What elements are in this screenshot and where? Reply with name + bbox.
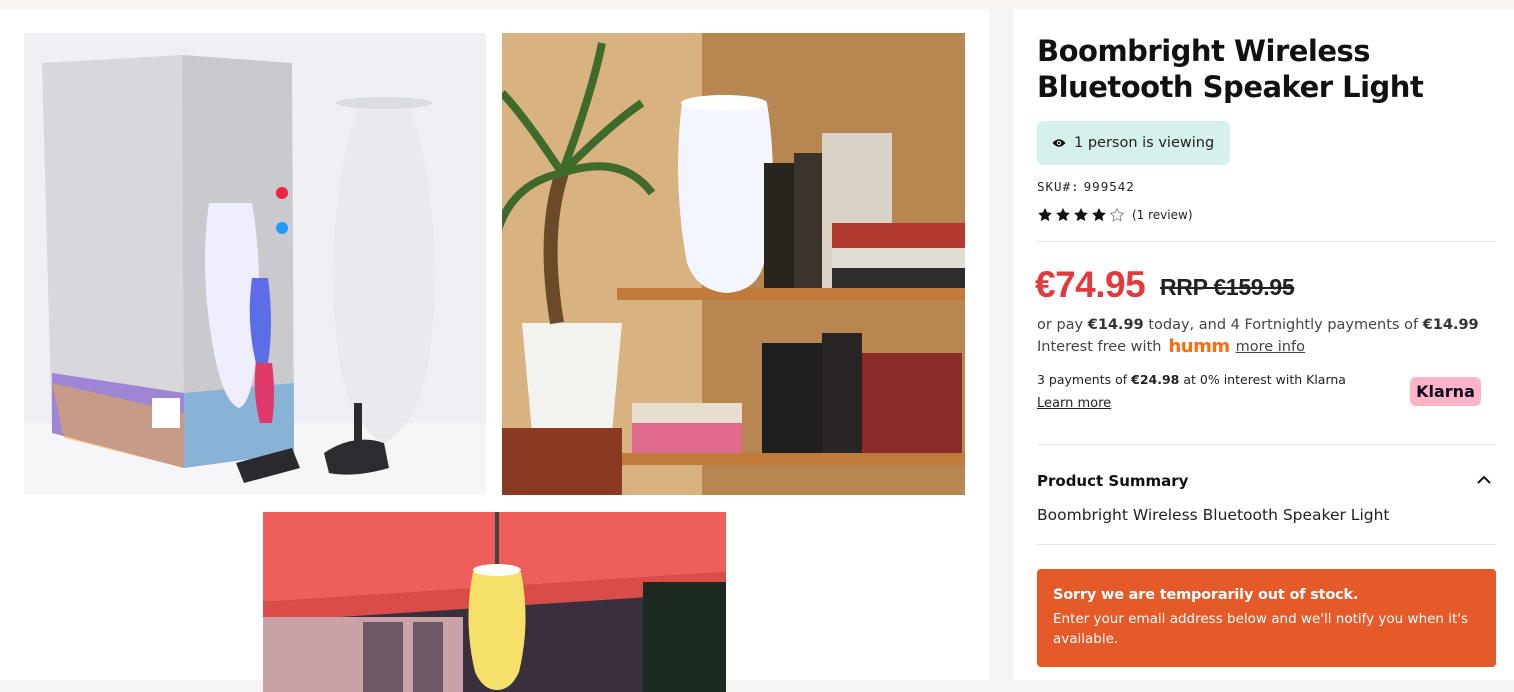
price: €74.95 xyxy=(1035,264,1146,305)
product-info-panel: Boombright Wireless Bluetooth Speaker Li… xyxy=(1013,9,1514,680)
out-of-stock-banner: Sorry we are temporarily out of stock. E… xyxy=(1037,569,1496,667)
product-image-box[interactable] xyxy=(24,33,486,495)
humm-logo: humm xyxy=(1168,336,1230,357)
chevron-up-icon[interactable] xyxy=(1476,474,1492,486)
humm-middle: today, and 4 Fortnightly payments of xyxy=(1148,317,1419,333)
out-of-stock-heading: Sorry we are temporarily out of stock. xyxy=(1053,587,1359,603)
top-strip xyxy=(0,0,1514,9)
product-gallery xyxy=(0,9,989,692)
star-icon xyxy=(1092,208,1106,222)
sku-value: 999542 xyxy=(1083,179,1135,194)
out-of-stock-message: Enter your email address below and we'll… xyxy=(1053,611,1469,647)
klarna-suffix: at 0% interest with Klarna xyxy=(1183,372,1346,387)
star-icon xyxy=(1074,208,1088,222)
star-empty-icon xyxy=(1109,207,1125,222)
product-summary-heading[interactable]: Product Summary xyxy=(1037,472,1188,490)
viewing-text: 1 person is viewing xyxy=(1074,135,1215,151)
humm-installment: €14.99 xyxy=(1422,317,1479,333)
rating[interactable]: (1 review) xyxy=(1037,207,1193,223)
divider xyxy=(1037,544,1496,545)
humm-interest-free: Interest free with xyxy=(1037,338,1162,355)
humm-prefix: or pay xyxy=(1037,317,1084,333)
product-image-umbrella[interactable] xyxy=(263,512,726,692)
klarna-learn-more-link[interactable]: Learn more xyxy=(1037,396,1111,411)
star-icon xyxy=(1038,208,1052,222)
klarna-badge: Klarna xyxy=(1410,377,1481,406)
humm-payment-line: or pay €14.99 today, and 4 Fortnightly p… xyxy=(1037,317,1479,333)
eye-icon xyxy=(1052,139,1066,147)
rrp-price: RRP €159.95 xyxy=(1160,274,1295,300)
divider xyxy=(1037,444,1496,445)
divider xyxy=(1037,241,1496,242)
sku: SKU#: 999542 xyxy=(1037,179,1135,194)
humm-more-info-link[interactable]: more info xyxy=(1236,339,1305,355)
humm-today-amount: €14.99 xyxy=(1087,317,1144,333)
sku-label: SKU#: xyxy=(1037,179,1080,194)
klarna-amount: €24.98 xyxy=(1131,372,1180,387)
klarna-prefix: 3 payments of xyxy=(1037,372,1128,387)
review-count[interactable]: (1 review) xyxy=(1132,208,1193,222)
product-title: Boombright Wireless Bluetooth Speaker Li… xyxy=(1037,34,1424,104)
product-summary-text: Boombright Wireless Bluetooth Speaker Li… xyxy=(1037,506,1390,524)
viewing-badge: 1 person is viewing xyxy=(1037,121,1231,165)
klarna-payment-line: 3 payments of €24.98 at 0% interest with… xyxy=(1037,372,1346,387)
product-image-shelf[interactable] xyxy=(502,33,965,495)
star-icon xyxy=(1056,208,1070,222)
humm-interest-line: Interest free with humm more info xyxy=(1037,336,1305,357)
